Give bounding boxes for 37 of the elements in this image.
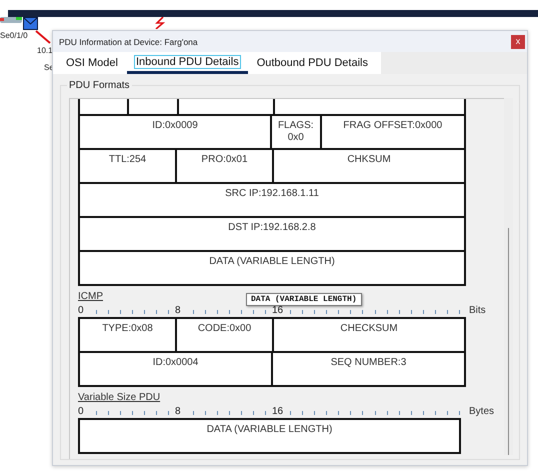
field-cell: FLAGS: 0x0	[272, 116, 320, 148]
ruler-unit: Bytes	[469, 406, 494, 417]
ruler-number: 16	[272, 406, 284, 417]
field-cell: SEQ NUMBER:3	[273, 353, 464, 385]
ruler-number: 8	[175, 305, 182, 316]
section-title: ICMP	[78, 291, 103, 302]
field-cell: ID:0x0004	[80, 353, 271, 385]
field-cell: PRO:0x01	[177, 150, 272, 182]
port-label: 10.1	[37, 46, 53, 55]
field-cell: ID:0x0009	[80, 116, 270, 148]
window-title: PDU Information at Device: Farg'ona	[59, 36, 198, 46]
field-cell: TYPE:0x08	[80, 319, 175, 351]
field-cell: DATA (VARIABLE LENGTH)	[80, 252, 464, 284]
tooltip: DATA (VARIABLE LENGTH)	[246, 293, 362, 306]
field-cell: CODE:0x00	[177, 319, 272, 351]
ruler-unit: Bits	[469, 305, 486, 316]
section-title: Variable Size PDU	[78, 392, 160, 403]
tab[interactable]: Outbound PDU Details	[248, 52, 377, 74]
field-cell: CHKSUM	[274, 150, 464, 182]
field-cell: DATA (VARIABLE LENGTH)	[80, 420, 459, 452]
envelope-icon[interactable]	[23, 17, 38, 30]
port-label: Se0/1/0	[0, 31, 28, 40]
link-line	[35, 30, 51, 44]
field-cell: DST IP:192.168.2.8	[80, 218, 464, 250]
close-button[interactable]: x	[511, 34, 525, 48]
serial-link-icon	[154, 17, 166, 29]
group-title: PDU Formats	[68, 80, 131, 91]
ruler-number: 8	[175, 406, 182, 417]
ruler-number: 0	[78, 305, 85, 316]
router-icon	[0, 17, 24, 25]
ruler-number: 16	[272, 305, 284, 316]
field-cell: FRAG OFFSET:0x000	[322, 116, 464, 148]
field-cell: SRC IP:192.168.1.11	[80, 184, 464, 216]
tab[interactable]: OSI Model	[57, 52, 127, 74]
field-cell: CHECKSUM	[274, 319, 464, 351]
ruler-number: 0	[78, 406, 85, 417]
field-cell: TTL:254	[80, 150, 175, 182]
